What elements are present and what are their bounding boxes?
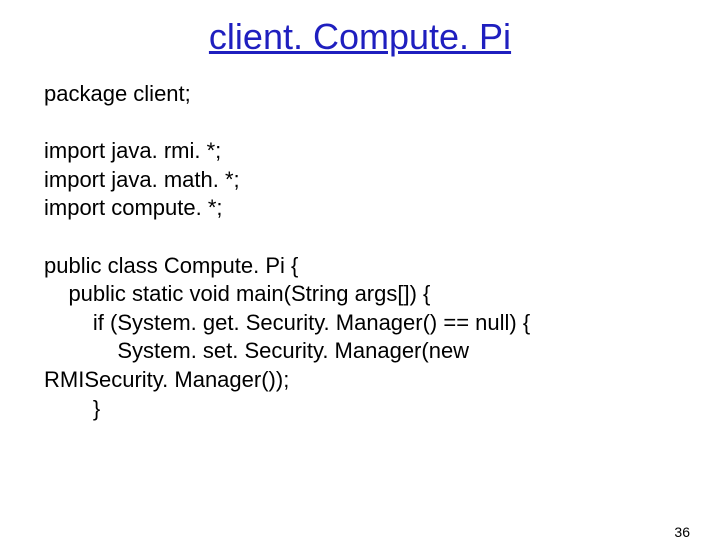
code-block: package client; import java. rmi. *; imp… bbox=[44, 80, 680, 423]
slide-title: client. Compute. Pi bbox=[0, 16, 720, 58]
page-number: 36 bbox=[674, 524, 690, 540]
slide: client. Compute. Pi package client; impo… bbox=[0, 16, 720, 540]
